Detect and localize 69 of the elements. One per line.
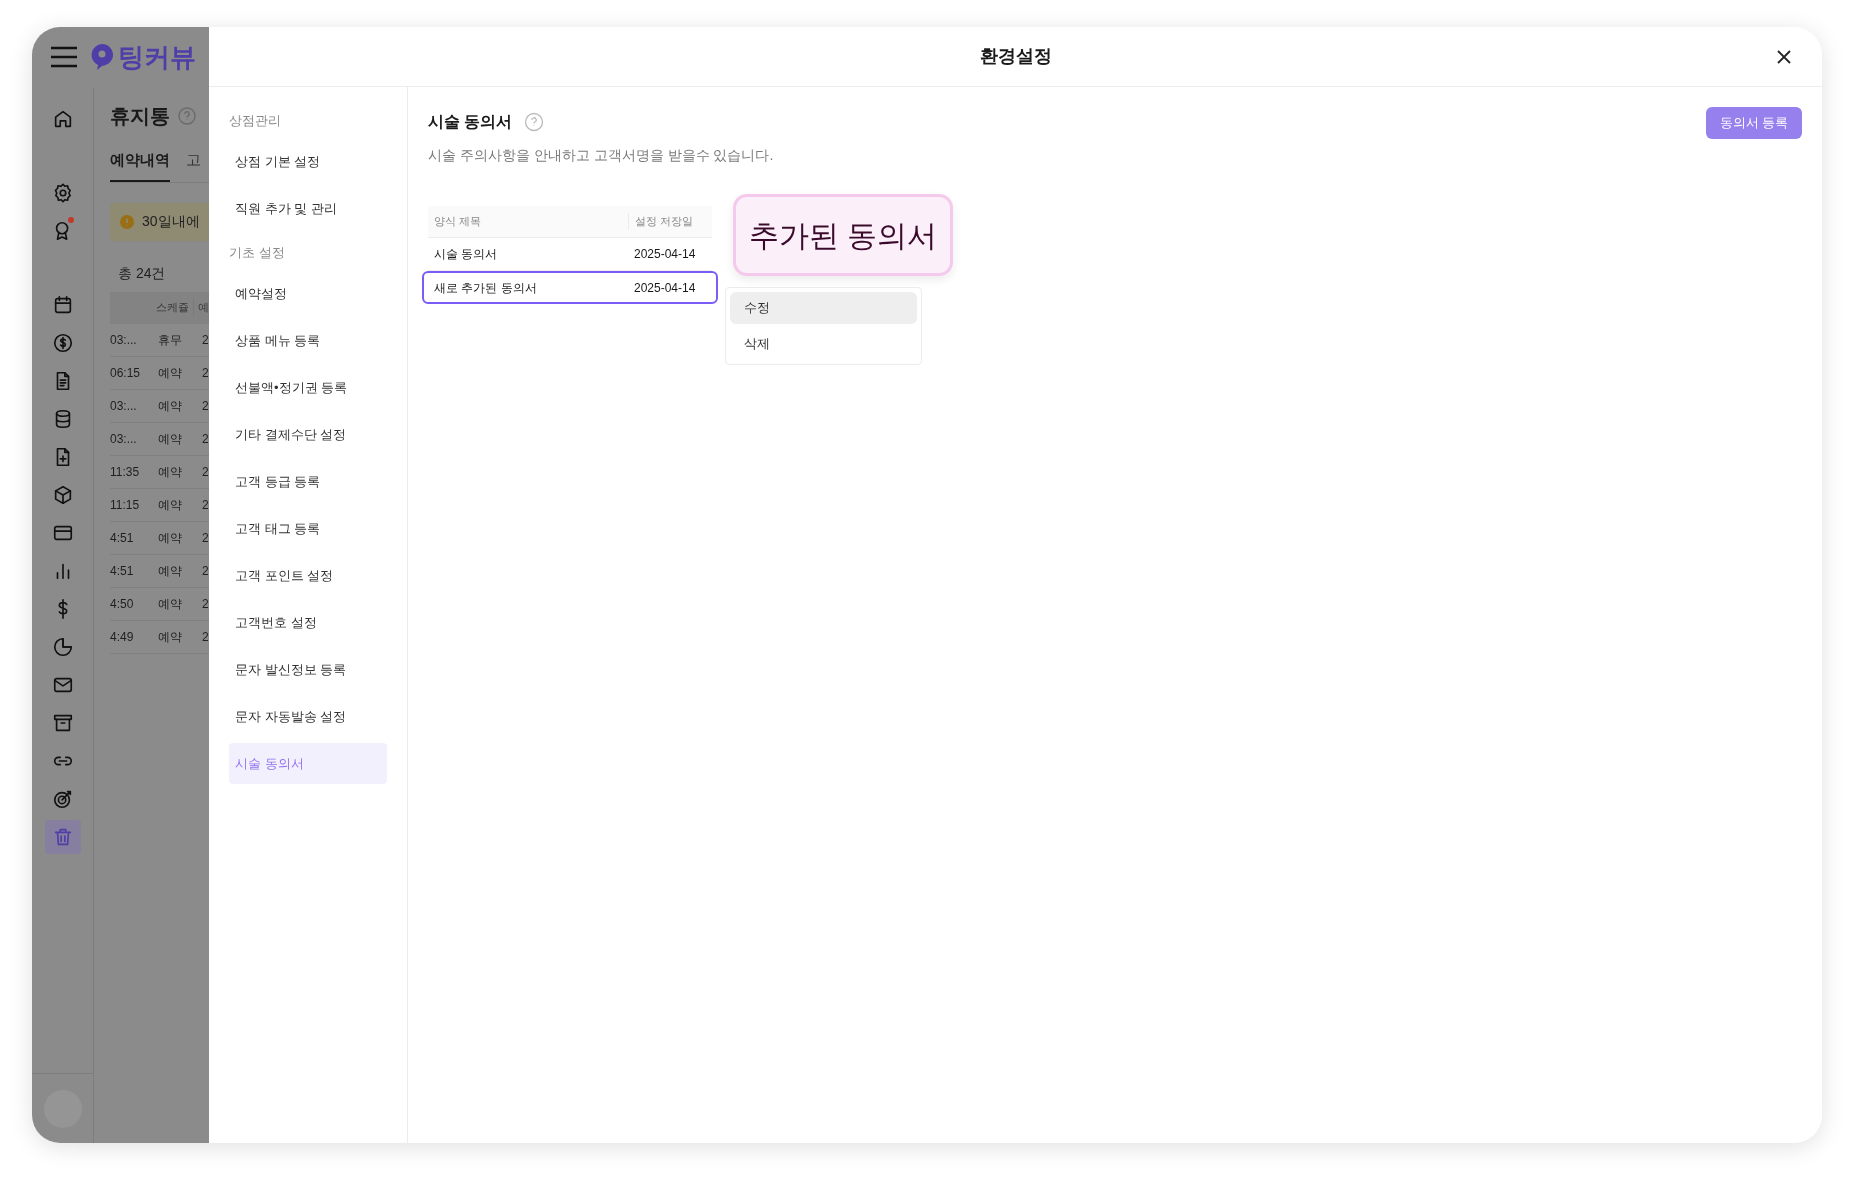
table-cell-text: 06:15 <box>110 364 142 382</box>
page-tab[interactable]: 예약내역 <box>110 149 170 182</box>
table-cell-text: 2 <box>202 529 209 547</box>
result-count: 총 24건 <box>118 263 167 283</box>
callout-label: 추가된 동의서 <box>733 194 953 276</box>
settings-nav-item[interactable]: 기타 결제수단 설정 <box>229 414 387 455</box>
archive-icon <box>51 712 74 734</box>
table-cell-text: 휴무 <box>157 331 183 349</box>
menu-item[interactable]: 삭제 <box>730 328 917 360</box>
menu-icon[interactable] <box>50 46 78 68</box>
logo-pin-icon <box>90 43 114 71</box>
table-cell-text: 예약 <box>157 463 183 481</box>
table-cell-text: 03:... <box>110 331 138 349</box>
menu-item[interactable]: 수정 <box>730 292 917 324</box>
modal-title: 환경설정 <box>979 45 1052 68</box>
pie-chart-icon <box>51 636 74 658</box>
table-cell-text: 4:50 <box>110 595 135 613</box>
table-cell-text: 예약 <box>157 496 183 514</box>
warning-icon <box>120 214 134 229</box>
settings-nav-item[interactable]: 상품 메뉴 등록 <box>229 320 387 361</box>
nav-group-heading: 상점관리 <box>229 112 282 131</box>
settings-nav-item[interactable]: 고객번호 설정 <box>229 602 387 643</box>
dollar-circle-icon <box>51 332 74 354</box>
settings-nav-item[interactable]: 문자 발신정보 등록 <box>229 649 387 690</box>
target-icon <box>51 788 74 810</box>
settings-nav-item[interactable]: 고객 등급 등록 <box>229 461 387 502</box>
notice-text: 30일내에 <box>142 212 200 231</box>
table-cell-text: 2 <box>202 628 209 646</box>
table-cell-text: 2 <box>202 562 209 580</box>
settings-nav-item[interactable]: 고객 포인트 설정 <box>229 555 387 596</box>
table-cell-text: 2 <box>202 331 209 349</box>
table-cell-text: 11:15 <box>110 496 141 514</box>
consent-form-row[interactable]: 시술 동의서 2025-04-14 <box>428 238 712 271</box>
table-cell-text: 03:... <box>110 397 138 415</box>
table-cell-text: 4:51 <box>110 562 135 580</box>
settings-nav-item[interactable]: 예약설정 <box>229 273 387 314</box>
table-cell-text: 2 <box>202 496 209 514</box>
table-cell-text: 2 <box>202 430 209 448</box>
page-title: 휴지통 <box>110 104 170 129</box>
column-header: 스케쥴 <box>154 300 190 316</box>
table-cell-text: 11:35 <box>110 463 141 481</box>
section-description: 시술 주의사항을 안내하고 고객서명을 받을수 있습니다. <box>428 146 775 165</box>
table-cell-text: 예약 <box>157 562 183 580</box>
page-tab[interactable]: 고 <box>186 149 201 182</box>
table-cell-text: 예약 <box>157 628 183 646</box>
table-cell-text: 2 <box>202 397 209 415</box>
table-cell-text: 03:... <box>110 430 138 448</box>
nav-group-heading: 기초 설정 <box>229 244 286 263</box>
settings-nav-item[interactable]: 선불액•정기권 등록 <box>229 367 387 408</box>
settings-nav-item[interactable]: 문자 자동발송 설정 <box>229 696 387 737</box>
table-cell-text: 2 <box>202 364 209 382</box>
table-cell-text: 4:49 <box>110 628 135 646</box>
section-title: 시술 동의서 <box>428 112 513 132</box>
table-cell-text: 4:51 <box>110 529 135 547</box>
settings-nav-item[interactable]: 직원 추가 및 관리 <box>229 188 387 229</box>
close-icon <box>1776 49 1792 65</box>
logo-text: 팅커뷰 <box>118 44 196 70</box>
table-cell-text: 2 <box>202 595 209 613</box>
consent-form-row[interactable]: 새로 추가된 동의서 2025-04-14 <box>422 271 718 304</box>
table-cell-text: 예약 <box>157 397 183 415</box>
settings-nav-item[interactable]: 고객 태그 등록 <box>229 508 387 549</box>
table-cell-text: 예약 <box>157 364 183 382</box>
table-cell-text: 예약 <box>157 430 183 448</box>
settings-nav-item[interactable]: 상점 기본 설정 <box>229 141 387 182</box>
column-header: 양식 제목 <box>433 214 483 230</box>
table-cell-text: 2 <box>202 463 209 481</box>
table-cell-text: 예약 <box>157 595 183 613</box>
column-header: 설정 저장일 <box>628 213 694 230</box>
table-cell-text: 예약 <box>157 529 183 547</box>
